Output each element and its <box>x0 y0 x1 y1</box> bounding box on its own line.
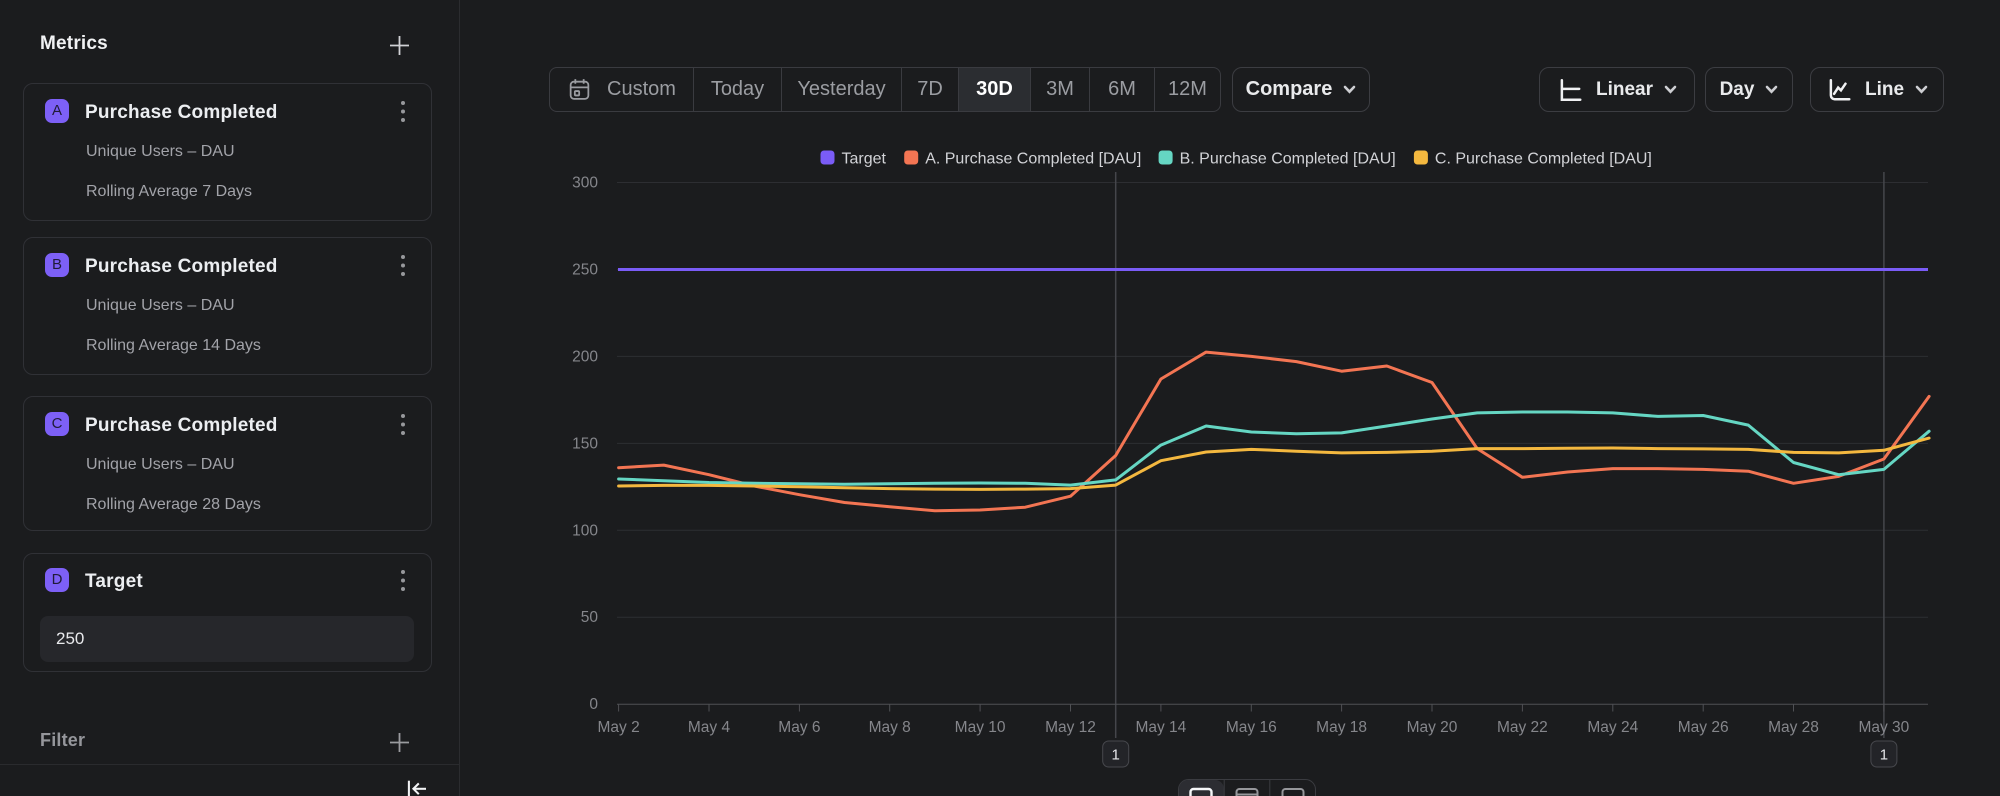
svg-text:May 12: May 12 <box>1045 719 1096 736</box>
svg-text:A. Purchase Completed [DAU]: A. Purchase Completed [DAU] <box>925 151 1141 168</box>
svg-text:May 4: May 4 <box>688 719 731 736</box>
svg-text:Target: Target <box>842 151 887 168</box>
svg-text:May 18: May 18 <box>1316 719 1367 736</box>
svg-text:0: 0 <box>589 696 598 713</box>
svg-text:May 10: May 10 <box>955 719 1006 736</box>
svg-text:May 22: May 22 <box>1497 719 1548 736</box>
svg-text:B. Purchase Completed [DAU]: B. Purchase Completed [DAU] <box>1180 151 1396 168</box>
svg-text:May 6: May 6 <box>778 719 820 736</box>
svg-text:300: 300 <box>572 175 598 192</box>
svg-text:250: 250 <box>572 262 598 279</box>
svg-text:1: 1 <box>1880 747 1888 764</box>
svg-text:May 30: May 30 <box>1858 719 1909 736</box>
svg-text:May 14: May 14 <box>1135 719 1186 736</box>
svg-text:200: 200 <box>572 348 598 365</box>
svg-text:May 28: May 28 <box>1768 719 1819 736</box>
svg-text:50: 50 <box>581 609 599 626</box>
svg-text:150: 150 <box>572 435 598 452</box>
svg-text:100: 100 <box>572 522 598 539</box>
svg-text:May 2: May 2 <box>597 719 639 736</box>
svg-text:May 26: May 26 <box>1678 719 1729 736</box>
svg-text:May 20: May 20 <box>1407 719 1458 736</box>
svg-text:May 16: May 16 <box>1226 719 1277 736</box>
svg-text:C. Purchase Completed [DAU]: C. Purchase Completed [DAU] <box>1435 151 1652 168</box>
svg-text:May 8: May 8 <box>869 719 911 736</box>
svg-text:May 24: May 24 <box>1587 719 1638 736</box>
svg-text:1: 1 <box>1112 747 1120 764</box>
